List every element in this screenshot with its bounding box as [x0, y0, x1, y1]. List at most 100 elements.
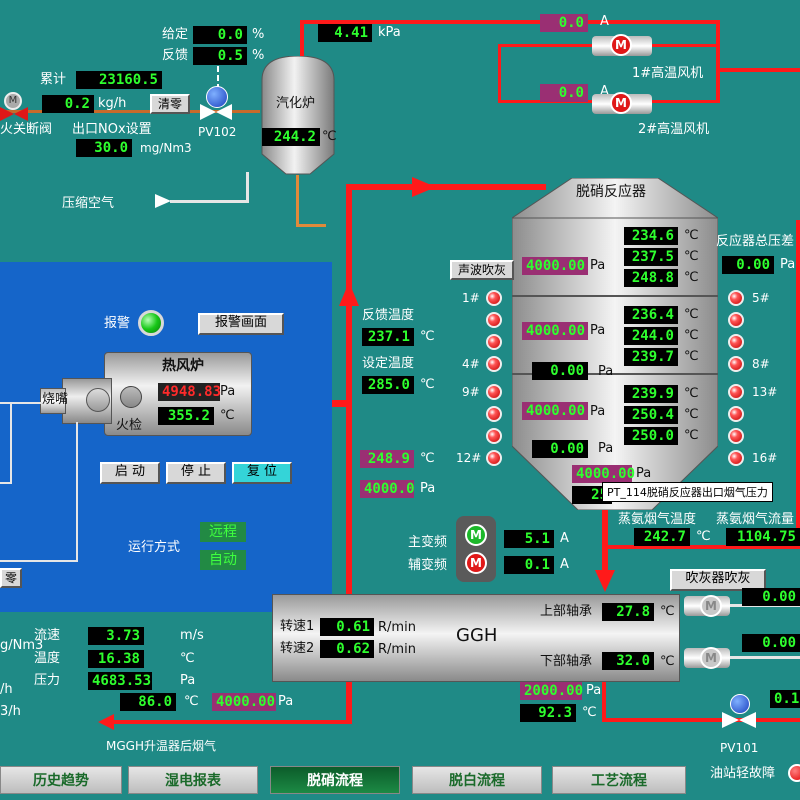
pv101-label: PV101: [720, 741, 759, 755]
soot-blower-lamp-7[interactable]: [728, 334, 744, 350]
mggh-t-unit: ℃: [184, 694, 199, 709]
reactor-layer2-pressure-unit: Pa: [590, 323, 606, 338]
oil-fault-label: 油站轻故障: [710, 766, 776, 781]
sonic-soot-blow-button[interactable]: 声波吹灰: [450, 260, 514, 280]
start-button[interactable]: 启 动: [100, 462, 160, 484]
vaporizer-outlet-pipe: [300, 20, 304, 60]
set-temp-value[interactable]: 285.0: [362, 376, 414, 394]
reactor-temp-2: 237.5: [624, 248, 678, 266]
mggh-flow-unit: m/s: [180, 628, 204, 643]
nox-label: 出口NOx设置: [72, 122, 152, 137]
nox-value[interactable]: 30.0: [76, 139, 132, 157]
fan2-name: 2#高温风机: [638, 122, 710, 137]
soot-blower-lamp-5[interactable]: [728, 290, 744, 306]
pv101-actuator-icon[interactable]: [730, 694, 750, 714]
ggh-upper-bearing-unit: ℃: [660, 604, 675, 619]
reactor-temp-5-unit: ℃: [684, 328, 699, 343]
reactor-total-diff-unit: Pa: [780, 257, 796, 272]
ggh-outlet-pressure: 2000.00: [520, 682, 583, 700]
soot-blower-lamp-14[interactable]: [728, 406, 744, 422]
aux-vfd-motor-icon[interactable]: M: [465, 552, 487, 574]
shutoff-valve-icon[interactable]: [0, 106, 28, 121]
soot-blower-lamp-15[interactable]: [728, 428, 744, 444]
lower-pump-motor-icon[interactable]: M: [700, 647, 722, 669]
ggh-lower-bearing-label: 下部轴承: [540, 654, 593, 669]
ggh-outlet-pipe: [602, 680, 606, 720]
flow-arrow-up: [339, 282, 359, 306]
ggh-upper-bearing-label: 上部轴承: [540, 604, 593, 619]
vaporizer-title: 汽化炉: [276, 96, 316, 111]
soot-blower-lamp-8[interactable]: [728, 356, 744, 372]
shutoff-valve-label: 火关断阀: [0, 122, 53, 137]
ammonia-flow-value: 1104.75: [726, 528, 800, 546]
tab-denitration-process[interactable]: 脱硝流程: [270, 766, 400, 794]
alarm-screen-button[interactable]: 报警画面: [198, 313, 284, 335]
reactor-left-label-1: 1#: [462, 291, 480, 305]
soot-blower-lamp-2[interactable]: [486, 312, 502, 328]
burner-label: 烧嘴: [42, 392, 69, 407]
soot-blower-lamp-1[interactable]: [486, 290, 502, 306]
main-vfd-motor-icon[interactable]: M: [465, 524, 487, 546]
flow-arrow-mggh: [98, 714, 114, 730]
fan-pipe-outlet: [716, 68, 800, 72]
feedback-temp-value: 237.1: [362, 328, 414, 346]
reactor-temp-6: 239.7: [624, 348, 678, 366]
left-h-unit-2: 3/h: [0, 704, 21, 719]
fan2-motor-icon[interactable]: M: [610, 92, 632, 114]
fan1-motor-icon[interactable]: M: [610, 34, 632, 56]
soot-blower-lamp-6[interactable]: [728, 312, 744, 328]
compressed-air-pipe: [246, 172, 249, 202]
mggh-p-value: 4000.00: [212, 693, 276, 711]
ggh-lower-bearing-value: 32.0: [602, 652, 654, 670]
vaporizer-pressure-unit: kPa: [378, 25, 401, 40]
reactor-layer3-pressure: 4000.00: [522, 402, 588, 420]
soot-blower-lamp-11[interactable]: [486, 428, 502, 444]
clear-button[interactable]: 清零: [150, 94, 190, 114]
pv101-valve-icon[interactable]: [722, 712, 756, 728]
reactor-layer3b-pressure-unit: Pa: [598, 441, 614, 456]
ammonia-return-up: [796, 220, 800, 549]
fan-pipe-left: [498, 44, 501, 103]
soot-blower-lamp-3[interactable]: [486, 334, 502, 350]
flow-arrow-down: [595, 570, 615, 592]
ggh-speed2-label: 转速2: [280, 641, 315, 656]
soot-blower-lamp-10[interactable]: [486, 406, 502, 422]
pv102-valve-icon[interactable]: [200, 104, 232, 120]
reactor-temp-1-unit: ℃: [684, 228, 699, 243]
stop-button[interactable]: 停 止: [166, 462, 226, 484]
total-value: 23160.5: [76, 71, 162, 89]
mggh-flow-label: 流速: [34, 628, 61, 643]
tab-process-flow[interactable]: 工艺流程: [552, 766, 686, 794]
tab-history-trend[interactable]: 历史趋势: [0, 766, 122, 794]
gas-pressure-value: 4000.0: [360, 480, 415, 498]
zero-button[interactable]: 零: [0, 568, 22, 588]
furnace-temp-unit: ℃: [220, 408, 235, 423]
soot-blower-lamp-9[interactable]: [486, 384, 502, 400]
fire-check-disc: [120, 386, 142, 408]
burner-air-pipe-h: [0, 482, 12, 484]
fan1-name: 1#高温风机: [632, 66, 704, 81]
reactor-layer3-pressure-unit: Pa: [590, 404, 606, 419]
ggh-speed2-unit: R/min: [378, 642, 416, 657]
reactor-layer3b-pressure: 0.00: [532, 440, 588, 458]
soot-blower-lamp-12[interactable]: [486, 450, 502, 466]
soot-blower-lamp-4[interactable]: [486, 356, 502, 372]
mggh-temp-unit: ℃: [180, 651, 195, 666]
soot-blower-lamp-13[interactable]: [728, 384, 744, 400]
tab-de-whitening-process[interactable]: 脱白流程: [412, 766, 542, 794]
gas-pressure-unit: Pa: [420, 481, 436, 496]
main-vfd-value: 5.1: [504, 530, 554, 548]
compressed-air-pipe-h: [170, 200, 249, 203]
left-h-unit-1: /h: [0, 682, 13, 697]
fire-check-label: 火检: [116, 418, 143, 433]
mggh-pressure-label: 压力: [34, 673, 61, 688]
tab-wet-esp-report[interactable]: 湿电报表: [128, 766, 258, 794]
reset-button[interactable]: 复 位: [232, 462, 292, 484]
ggh-outlet-temp-unit: ℃: [582, 705, 597, 720]
upper-pump-motor-icon[interactable]: M: [700, 595, 722, 617]
soot-blower-lamp-16[interactable]: [728, 450, 744, 466]
reactor-temp-1: 234.6: [624, 227, 678, 245]
furnace-pressure-unit: Pa: [220, 384, 236, 399]
alarm-label: 报警: [104, 316, 131, 331]
blower2-value: 0.00: [742, 634, 800, 652]
